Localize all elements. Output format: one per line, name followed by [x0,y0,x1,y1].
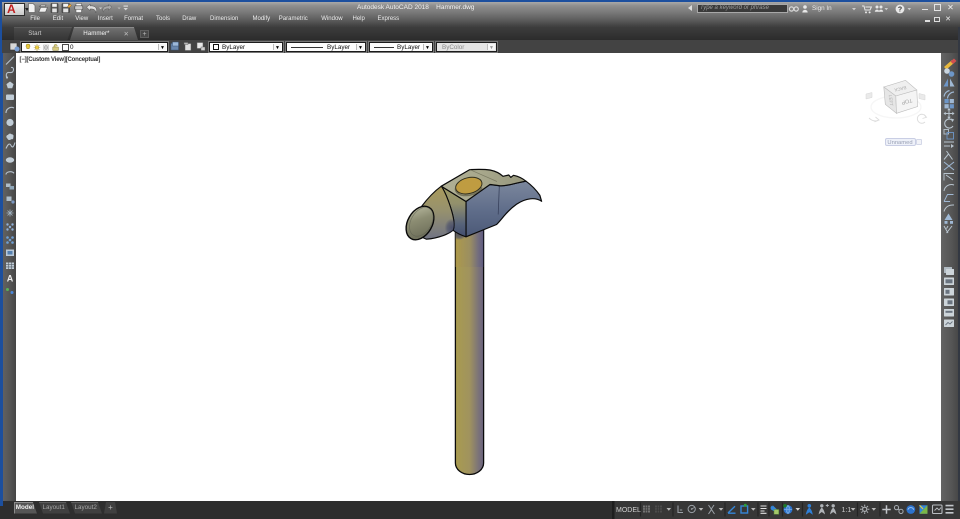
svg-text:A: A [6,274,13,284]
svg-text:1:1: 1:1 [842,507,852,514]
svg-text:MODEL: MODEL [616,507,641,514]
svg-text:?: ? [898,7,902,14]
